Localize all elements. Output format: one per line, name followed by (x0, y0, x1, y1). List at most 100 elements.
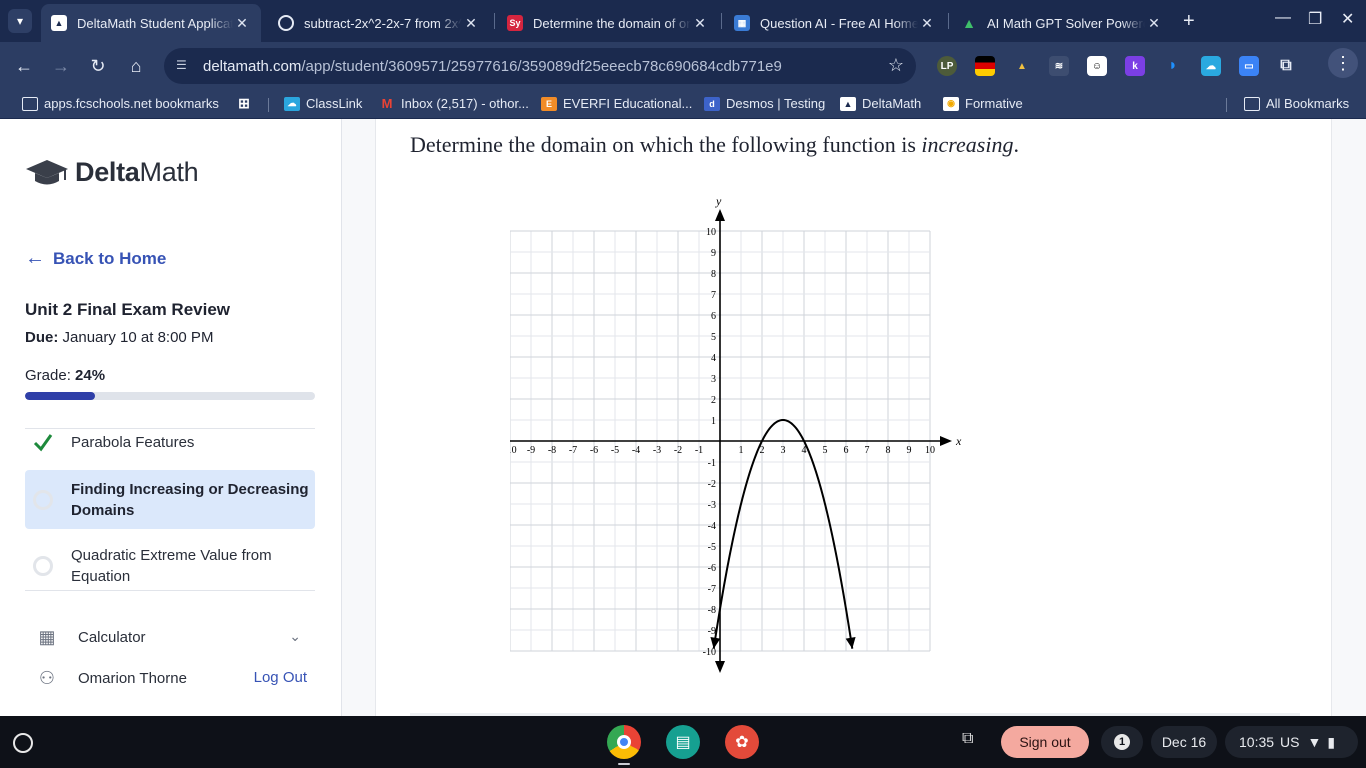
y-tick-label: -4 (708, 521, 716, 532)
extension-grey-icon[interactable]: ≋ (1049, 56, 1069, 76)
close-tab-icon[interactable]: ✕ (691, 15, 709, 32)
apps-grid-button[interactable]: ⊞ (236, 94, 258, 111)
holding-space-icon[interactable]: ⧉ (962, 730, 973, 748)
x-tick-label: -6 (590, 445, 598, 456)
google-favicon-icon (278, 15, 294, 31)
bookmark-formative[interactable]: ◉ Formative (943, 96, 1023, 111)
bookmark-apps-folder[interactable]: apps.fcschools.net bookmarks (22, 96, 219, 111)
close-tab-icon[interactable]: ✕ (1145, 15, 1163, 32)
x-axis-right-arrow (940, 436, 952, 446)
classroom-icon[interactable]: ▤ (666, 725, 700, 759)
x-tick-label: -8 (548, 445, 556, 456)
progress-ring-icon (33, 556, 53, 576)
skill-label: Finding Increasing or Decreasing Domains (71, 480, 309, 519)
extension-flag-icon[interactable] (975, 56, 995, 76)
close-tab-icon[interactable]: ✕ (462, 15, 480, 32)
bookmark-desmos[interactable]: d Desmos | Testing (704, 96, 825, 111)
extension-blue-icon[interactable]: ◗ (1163, 56, 1183, 76)
date-button[interactable]: Dec 16 (1151, 726, 1217, 758)
back-to-home-link[interactable]: ← Back to Home (25, 247, 166, 270)
extension-hat-icon[interactable]: ▲ (1012, 56, 1032, 76)
bookmark-classlink[interactable]: ☁ ClassLink (284, 96, 362, 111)
logout-link[interactable]: Log Out (254, 669, 307, 686)
y-tick-label: 4 (711, 353, 716, 364)
extensions-puzzle-icon[interactable]: ⧉ (1276, 56, 1296, 76)
clock-time: 10:35 (1239, 734, 1275, 750)
right-gutter (1331, 119, 1366, 716)
bookmarks-bar: apps.fcschools.net bookmarks ⊞ ☁ ClassLi… (0, 90, 1366, 119)
close-tab-icon[interactable]: ✕ (233, 15, 251, 32)
wifi-icon: ▼ (1307, 734, 1322, 750)
x-tick-label: -3 (653, 445, 661, 456)
y-tick-label: -8 (708, 605, 716, 616)
deltamath-logo: DeltaMath (25, 157, 199, 188)
home-icon[interactable]: ⌂ (124, 54, 148, 78)
y-tick-label: 9 (711, 248, 716, 259)
bookmark-label: EVERFI Educational... (563, 96, 693, 111)
extension-lp-icon[interactable]: LP (937, 56, 957, 76)
sign-out-button[interactable]: Sign out (1001, 726, 1089, 758)
bookmark-label: Desmos | Testing (726, 96, 826, 111)
grid-favicon-icon: ▦ (734, 15, 750, 31)
user-row: ⚇ Omarion Thorne Log Out (25, 663, 315, 693)
divider (25, 428, 315, 429)
y-tick-label: -7 (708, 584, 716, 595)
x-tick-label: 1 (739, 445, 744, 456)
notifications-button[interactable]: 1 (1101, 726, 1143, 758)
x-tick-label: 3 (781, 445, 786, 456)
bookmark-everfi[interactable]: E EVERFI Educational... (541, 96, 692, 111)
all-bookmarks-button[interactable]: All Bookmarks (1244, 96, 1349, 111)
tab-deltamath[interactable]: ▲ DeltaMath Student Application ✕ (41, 4, 261, 42)
tab-question-ai[interactable]: ▦ Question AI - Free AI Homework ✕ (724, 4, 946, 42)
symbolab-favicon-icon: Sy (507, 15, 523, 31)
restore-icon[interactable]: ❐ (1308, 9, 1322, 29)
tab-ai-math-gpt[interactable]: ▲ AI Math GPT Solver Powered ✕ (951, 4, 1173, 42)
bookmark-inbox[interactable]: M Inbox (2,517) - othor... (379, 96, 529, 111)
site-info-icon[interactable]: ☰ (176, 58, 192, 74)
tab-search[interactable]: subtract-2x^2-2x-7 from 2x^2 ✕ (268, 4, 490, 42)
new-tab-icon[interactable]: + (1183, 10, 1195, 33)
chrome-icon[interactable] (607, 725, 641, 759)
close-tab-icon[interactable]: ✕ (918, 15, 936, 32)
y-tick-label: 10 (706, 227, 716, 238)
tab-search-button[interactable]: ▾ (8, 9, 32, 33)
x-tick-label: -2 (674, 445, 682, 456)
skill-finding-increasing-decreasing[interactable]: Finding Increasing or Decreasing Domains (25, 470, 315, 529)
bookmark-deltamath[interactable]: ▲ DeltaMath (840, 96, 921, 111)
apps-grid-icon: ⊞ (238, 94, 250, 111)
status-tray[interactable]: 10:35 US ▼ ▮ (1225, 726, 1358, 758)
y-axis-label: y (715, 194, 722, 208)
close-window-icon[interactable]: ✕ (1341, 9, 1354, 29)
extension-screen-icon[interactable]: ▭ (1239, 56, 1259, 76)
browser-menu-icon[interactable]: ⋮ (1328, 48, 1358, 78)
skill-quadratic-extreme-value[interactable]: Quadratic Extreme Value from Equation (25, 544, 315, 588)
extension-cloud-icon[interactable]: ☁ (1201, 56, 1221, 76)
x-tick-label: -9 (527, 445, 535, 456)
calculator-toggle[interactable]: ▦ Calculator ⌄ (25, 622, 315, 652)
reload-icon[interactable]: ↻ (86, 54, 110, 78)
back-arrow-icon[interactable]: ← (12, 54, 36, 78)
y-tick-label: 7 (711, 290, 716, 301)
divider (25, 590, 315, 591)
x-tick-label: -5 (611, 445, 619, 456)
x-tick-label: 8 (886, 445, 891, 456)
battery-icon: ▮ (1327, 733, 1336, 750)
launcher-icon[interactable] (13, 733, 33, 753)
bookmark-star-icon[interactable]: ☆ (888, 55, 904, 76)
forward-arrow-icon[interactable]: → (49, 54, 73, 78)
y-tick-label: 1 (711, 416, 716, 427)
canvas-icon[interactable]: ✿ (725, 725, 759, 759)
tab-symbolab[interactable]: Sy Determine the domain of on which ✕ (497, 4, 719, 42)
x-tick-label: 7 (865, 445, 870, 456)
minimize-icon[interactable]: — (1275, 9, 1291, 27)
left-gutter (342, 119, 376, 716)
address-bar[interactable]: ☰ deltamath.com/app/student/3609571/2597… (164, 48, 916, 84)
y-tick-label: 6 (711, 311, 716, 322)
bookmark-label: Formative (965, 96, 1023, 111)
skill-parabola-features[interactable]: Parabola Features (25, 431, 315, 453)
tab-title: DeltaMath Student Application (77, 15, 233, 31)
extension-face-icon[interactable]: ☺ (1087, 56, 1107, 76)
assignment-sidebar: DeltaMath ← Back to Home Unit 2 Final Ex… (0, 119, 342, 716)
extension-kami-icon[interactable]: k (1125, 56, 1145, 76)
tab-title: subtract-2x^2-2x-7 from 2x^2 (304, 15, 462, 31)
